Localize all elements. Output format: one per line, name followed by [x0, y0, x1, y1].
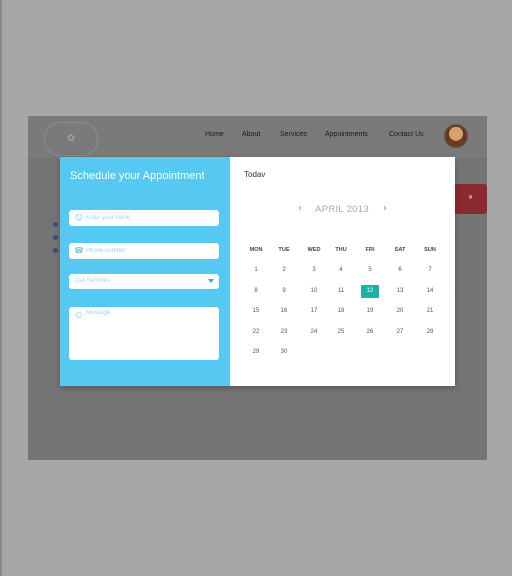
nav-services[interactable]: Services	[280, 131, 307, 138]
chevron-right-icon[interactable]: ›	[379, 203, 391, 217]
calendar-day[interactable]: 15	[247, 305, 265, 318]
month-label: APRIL 2013	[315, 204, 369, 215]
phone-input[interactable]	[86, 243, 214, 259]
bullet-icon	[53, 248, 58, 253]
message-field[interactable]: ○	[69, 307, 219, 360]
calendar-day[interactable]: 27	[391, 326, 409, 339]
bullet-icon	[53, 235, 58, 240]
calendar-day[interactable]: 5	[361, 264, 379, 277]
name-field[interactable]: ☺	[69, 210, 219, 226]
calendar-day-selected[interactable]: 12	[361, 284, 379, 298]
calendar-day[interactable]: 16	[275, 305, 293, 318]
services-select-value: Our Services	[75, 278, 110, 284]
calendar-day[interactable]: 13	[391, 285, 409, 298]
avatar[interactable]	[444, 124, 468, 148]
calendar-day[interactable]: 18	[332, 305, 350, 318]
calendar-day[interactable]: 22	[247, 326, 265, 339]
nav-appointments[interactable]: Appointments	[325, 131, 368, 138]
calendar-day[interactable]: 11	[332, 285, 350, 298]
weekday-header: TUE	[278, 247, 290, 253]
weekday-header: WED	[307, 247, 321, 253]
user-icon: ☺	[74, 213, 84, 222]
calendar-day[interactable]: 29	[247, 346, 265, 359]
calendar-day[interactable]: 3	[305, 264, 323, 277]
calendar-day[interactable]: 21	[421, 305, 439, 318]
nav-home[interactable]: Home	[205, 131, 224, 138]
calendar-day[interactable]: 26	[361, 326, 379, 339]
calendar-day[interactable]: 28	[421, 326, 439, 339]
services-select[interactable]: Our Services	[69, 274, 219, 289]
appointment-form-panel: Schedule your Appointment ☺ ☎ Our Servic…	[60, 157, 230, 386]
calendar-day[interactable]: 6	[391, 264, 409, 277]
nav-about[interactable]: About	[242, 131, 260, 138]
calendar-day[interactable]: 30	[275, 346, 293, 359]
calendar-day[interactable]: 24	[305, 326, 323, 339]
appointment-modal: Schedule your Appointment ☺ ☎ Our Servic…	[60, 157, 455, 386]
calendar-day[interactable]: 10	[305, 285, 323, 298]
bullet-icon	[53, 222, 58, 227]
phone-field[interactable]: ☎	[69, 243, 219, 259]
site-logo: ✿	[44, 122, 98, 156]
weekday-header: THU	[335, 247, 347, 253]
window-edge	[0, 0, 2, 576]
today-label[interactable]: Todav	[244, 170, 265, 179]
calendar-day[interactable]: 7	[421, 264, 439, 277]
chevron-down-icon	[208, 279, 214, 283]
calendar-day[interactable]: 23	[275, 326, 293, 339]
chat-bubble-icon: ○	[75, 310, 83, 319]
calendar-day[interactable]: 25	[332, 326, 350, 339]
weekday-header: FRI	[365, 247, 375, 253]
message-input[interactable]	[86, 310, 214, 356]
site-header: ✿ Home About Services Appointments Conta…	[28, 116, 487, 158]
phone-icon: ☎	[74, 246, 84, 255]
form-title: Schedule your Appointment	[70, 170, 205, 182]
calendar-day[interactable]: 19	[361, 305, 379, 318]
calendar-day[interactable]: 4	[332, 264, 350, 277]
calendar-day[interactable]: 2	[275, 264, 293, 277]
weekday-header: SUN	[424, 247, 436, 253]
calendar-day[interactable]: 20	[391, 305, 409, 318]
nav-contact-us[interactable]: Contact Us	[389, 131, 424, 138]
calendar-day[interactable]: 8	[247, 285, 265, 298]
weekday-header: MON	[249, 247, 263, 253]
calendar-day[interactable]: 17	[305, 305, 323, 318]
weekday-header: SAT	[394, 247, 406, 253]
calendar-day[interactable]: 14	[421, 285, 439, 298]
calendar-panel: Todav ‹ APRIL 2013 › MON TUE WED THU FRI SAT S…	[230, 157, 455, 386]
calendar-day[interactable]: 9	[275, 285, 293, 298]
calendar-day[interactable]: 1	[247, 264, 265, 277]
month-navigation: ‹ APRIL 2013 ›	[230, 203, 455, 217]
book-appointment-badge[interactable]: ▦	[454, 184, 487, 214]
name-input[interactable]	[86, 210, 214, 226]
